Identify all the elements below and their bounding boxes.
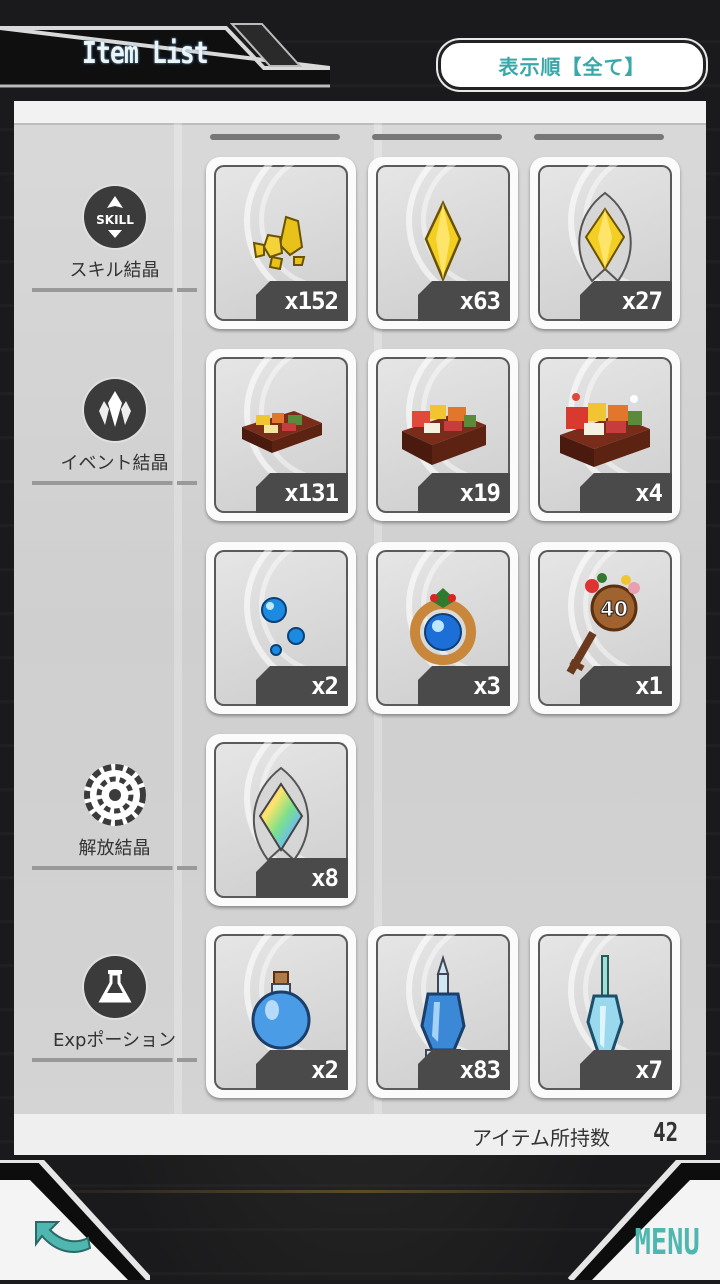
sort-order-label: 表示順【全て】: [498, 54, 646, 79]
category-label: イベント結晶: [60, 453, 169, 474]
category-exp-potion: Expポーション: [32, 956, 197, 1062]
category-label: Expポーション: [52, 1030, 177, 1051]
item-count: x7: [580, 1050, 672, 1090]
category-event-crystal: イベント結晶: [32, 379, 197, 485]
item-count: x63: [418, 281, 510, 321]
item-count: x4: [580, 473, 672, 513]
menu-label: MENU: [634, 1222, 700, 1263]
item-count: x3: [418, 666, 510, 706]
item-tile[interactable]: x131: [206, 349, 356, 521]
held-items-value: 42: [653, 1118, 679, 1148]
held-items-label: アイテム所持数: [472, 1126, 610, 1150]
item-tile[interactable]: x8: [206, 734, 356, 906]
category-label: 解放結晶: [78, 838, 151, 859]
scroll-indicator: [210, 134, 340, 140]
burst-icon: [83, 764, 146, 826]
item-tile[interactable]: x2: [206, 926, 356, 1098]
skill-icon: SKILL: [83, 186, 146, 248]
item-count: x2: [256, 666, 348, 706]
item-count: x131: [256, 473, 348, 513]
item-tile[interactable]: x2: [206, 542, 356, 714]
scroll-indicator: [372, 134, 502, 140]
item-count: x19: [418, 473, 510, 513]
flask-icon: [83, 956, 146, 1018]
svg-text:40: 40: [600, 597, 628, 621]
category-divider: [32, 866, 197, 870]
item-tile[interactable]: x27: [530, 157, 680, 329]
item-count: x8: [256, 858, 348, 898]
item-tile[interactable]: x152: [206, 157, 356, 329]
item-tile[interactable]: x4: [530, 349, 680, 521]
category-release-crystal: 解放結晶: [32, 764, 197, 870]
category-divider: [32, 288, 197, 292]
back-button[interactable]: [0, 1157, 153, 1283]
page-title: Item List: [82, 36, 209, 71]
category-label: スキル結晶: [69, 260, 160, 281]
category-divider: [32, 481, 197, 485]
scroll-indicator: [534, 134, 664, 140]
item-count: x2: [256, 1050, 348, 1090]
item-count: x152: [256, 281, 348, 321]
item-tile[interactable]: x7: [530, 926, 680, 1098]
crystal-icon: [83, 379, 146, 441]
item-count: x27: [580, 281, 672, 321]
item-tile[interactable]: x19: [368, 349, 518, 521]
category-skill-crystal: SKILL スキル結晶: [32, 186, 197, 292]
item-tile[interactable]: x3: [368, 542, 518, 714]
panel-top-bar: [14, 101, 706, 125]
item-tile[interactable]: 40 x1: [530, 542, 680, 714]
skill-icon-text: SKILL: [96, 213, 134, 227]
item-count: x83: [418, 1050, 510, 1090]
item-tile[interactable]: x83: [368, 926, 518, 1098]
category-divider: [32, 1058, 197, 1062]
item-count: x1: [580, 666, 672, 706]
item-tile[interactable]: x63: [368, 157, 518, 329]
sort-order-button[interactable]: 表示順【全て】: [438, 40, 706, 90]
